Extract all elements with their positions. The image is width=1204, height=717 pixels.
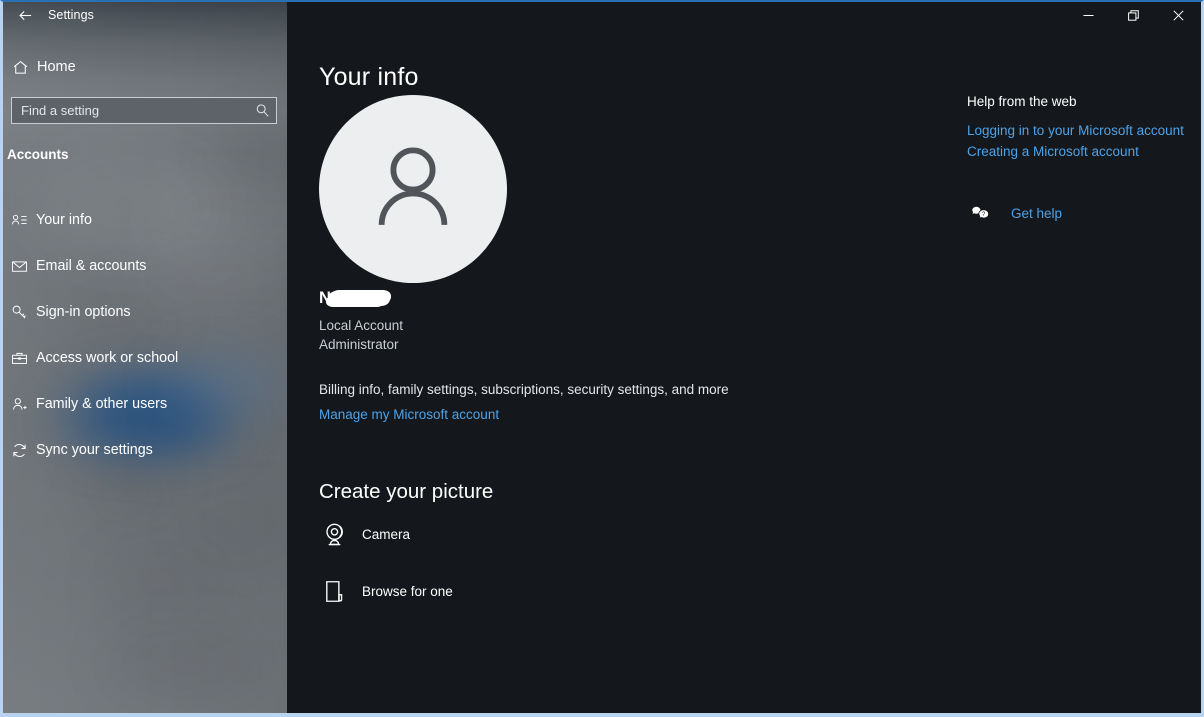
help-link-creating-account[interactable]: Creating a Microsoft account [967,144,1201,159]
sidebar-item-family-other-users[interactable]: Family & other users [3,381,287,427]
get-help-link[interactable]: Get help [1011,206,1062,221]
account-type: Local Account [319,318,404,333]
sidebar-item-label: Email & accounts [36,258,147,274]
get-help-row[interactable]: ? Get help [967,205,1201,222]
help-panel-title: Help from the web [967,94,1077,109]
user-details-icon [3,212,36,229]
help-link-logging-in[interactable]: Logging in to your Microsoft account [967,123,1201,138]
main-content: Your info N Local Account Administrator … [292,2,1201,713]
settings-window: Home Find a setting Accounts Your info E… [0,0,1204,717]
sidebar-nav-list: Your info Email & accounts Sign-in optio… [3,197,287,473]
sidebar-item-label: Sign-in options [36,304,131,320]
restore-button[interactable] [1111,2,1156,28]
help-panel: Help from the web Logging in to your Mic… [967,94,1201,222]
account-role: Administrator [319,337,399,352]
browse-option[interactable]: Browse for one [312,569,453,613]
restore-icon [1128,9,1139,21]
help-chat-icon: ? [967,205,993,222]
window-controls [1066,2,1201,28]
sync-icon [3,442,36,459]
camera-option-label: Camera [362,526,411,542]
search-input-value: Find a setting [21,103,100,118]
close-button[interactable] [1156,2,1201,28]
search-input[interactable]: Find a setting [11,97,277,124]
minimize-icon [1083,14,1094,16]
sidebar-item-home[interactable]: Home [3,52,287,82]
camera-option[interactable]: Camera [312,512,410,556]
create-picture-heading: Create your picture [319,480,494,503]
sidebar-item-label: Access work or school [36,350,179,366]
home-icon [3,59,37,76]
sidebar-item-email-accounts[interactable]: Email & accounts [3,243,287,289]
sidebar-item-label: Family & other users [36,396,168,412]
sidebar-item-access-work-school[interactable]: Access work or school [3,335,287,381]
briefcase-icon [3,350,36,367]
acrylic-blob [213,117,287,187]
key-icon [3,304,36,321]
envelope-icon [3,258,36,275]
avatar[interactable] [319,95,507,283]
minimize-button[interactable] [1066,2,1111,28]
account-name: N [319,287,390,309]
acrylic-blob [98,542,228,622]
back-arrow-icon [18,10,31,20]
sidebar-item-your-info[interactable]: Your info [3,197,287,243]
account-name-redaction [327,290,390,307]
camera-icon [312,521,356,548]
search-icon[interactable] [248,103,276,118]
sidebar-item-label: Sync your settings [36,442,153,458]
sidebar-item-label-home: Home [37,59,76,75]
back-button[interactable] [5,2,45,28]
browse-file-icon [312,578,356,605]
browse-option-label: Browse for one [362,583,453,599]
close-icon [1173,9,1184,21]
acrylic-blob [103,627,268,702]
manage-microsoft-account-link[interactable]: Manage my Microsoft account [319,407,499,422]
user-add-icon [3,396,36,413]
sidebar-section-title: Accounts [7,147,69,162]
sidebar-item-sign-in-options[interactable]: Sign-in options [3,289,287,335]
sidebar: Home Find a setting Accounts Your info E… [3,2,287,713]
page-title: Your info [319,62,419,91]
billing-description: Billing info, family settings, subscript… [319,382,729,397]
person-avatar-icon [378,147,448,225]
sidebar-item-label: Your info [36,212,92,228]
acrylic-blob [178,492,287,562]
sidebar-item-sync-your-settings[interactable]: Sync your settings [3,427,287,473]
